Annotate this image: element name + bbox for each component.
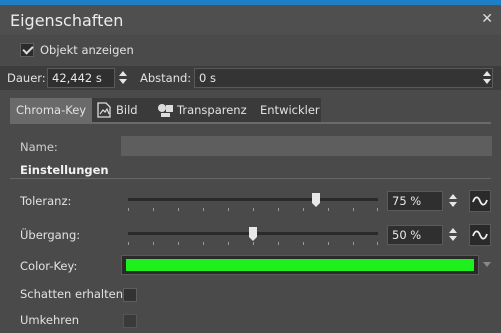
slider-tick — [303, 208, 304, 211]
show-object-row: Objekt anzeigen — [0, 38, 501, 62]
transition-curve-button[interactable] — [469, 224, 491, 246]
slider-tick — [353, 242, 354, 245]
slider-tick — [203, 208, 204, 211]
duration-row: Dauer: 42,442 s Abstand: 0 s — [0, 66, 501, 90]
settings-heading: Einstellungen — [20, 163, 109, 177]
settings-divider — [10, 178, 491, 179]
tolerance-input[interactable]: 75 % — [387, 191, 443, 211]
tab-underline — [10, 122, 491, 124]
slider-tick — [328, 208, 329, 211]
tolerance-slider[interactable] — [128, 193, 378, 211]
close-icon[interactable]: ✕ — [481, 11, 493, 27]
transition-input[interactable]: 50 % — [387, 225, 443, 245]
keep-shadows-checkbox[interactable] — [123, 288, 137, 302]
name-label: Name: — [20, 140, 58, 154]
slider-tick — [377, 208, 378, 211]
color-key-label: Color-Key: — [20, 259, 78, 273]
duration-spinner-icon[interactable] — [118, 71, 128, 85]
distance-spinner-icon[interactable] — [482, 71, 492, 85]
tab-image-label: Bild — [116, 103, 138, 117]
duration-label: Dauer: — [7, 71, 46, 85]
show-object-checkbox[interactable] — [20, 43, 34, 57]
tab-chroma-key[interactable]: Chroma-Key — [10, 98, 92, 122]
transition-spinner-icon[interactable] — [448, 228, 458, 242]
distance-input[interactable]: 0 s — [194, 68, 493, 88]
invert-checkbox[interactable] — [123, 314, 137, 328]
slider-tick — [228, 242, 229, 245]
duration-input[interactable]: 42,442 s — [47, 68, 115, 88]
slider-tick — [128, 208, 129, 211]
slider-tick — [153, 242, 154, 245]
transparency-icon — [158, 104, 173, 117]
window-title: Eigenschaften — [10, 11, 124, 30]
image-icon — [97, 102, 111, 118]
slider-tick — [178, 208, 179, 211]
tab-transparency-label: Transparenz — [177, 103, 247, 117]
slider-tick — [278, 242, 279, 245]
chevron-down-icon[interactable] — [483, 262, 491, 267]
tolerance-curve-button[interactable] — [469, 190, 491, 212]
slider-tick — [153, 208, 154, 211]
slider-tick — [253, 242, 254, 245]
slider-tick — [228, 208, 229, 211]
wave-icon — [472, 230, 488, 240]
invert-label: Umkehren — [20, 313, 80, 327]
slider-tick — [377, 242, 378, 245]
transition-slider[interactable] — [128, 227, 378, 245]
name-input[interactable] — [121, 136, 492, 156]
transition-label: Übergang: — [20, 228, 81, 242]
slider-tick — [128, 242, 129, 245]
show-object-label: Objekt anzeigen — [40, 43, 134, 57]
transition-slider-thumb[interactable] — [249, 227, 257, 241]
tab-developer[interactable]: Entwickler — [254, 98, 321, 122]
title-bar: Eigenschaften ✕ — [0, 5, 501, 35]
wave-icon — [472, 196, 488, 206]
slider-tick — [278, 208, 279, 211]
color-key-swatch — [126, 259, 474, 271]
keep-shadows-label: Schatten erhalten — [20, 287, 124, 301]
slider-tick — [353, 208, 354, 211]
tolerance-slider-thumb[interactable] — [311, 193, 320, 207]
tab-chroma-key-label: Chroma-Key — [16, 103, 87, 117]
tolerance-label: Toleranz: — [20, 194, 72, 208]
slider-tick — [253, 208, 254, 211]
slider-tick — [328, 242, 329, 245]
distance-label: Abstand: — [140, 71, 192, 85]
slider-tick — [303, 242, 304, 245]
tab-transparency[interactable]: Transparenz — [154, 98, 254, 122]
slider-tick — [178, 242, 179, 245]
tab-developer-label: Entwickler — [260, 103, 320, 117]
slider-tick — [203, 242, 204, 245]
color-key-picker[interactable] — [121, 255, 479, 275]
tab-image[interactable]: Bild — [92, 98, 154, 122]
tolerance-spinner-icon[interactable] — [448, 194, 458, 208]
